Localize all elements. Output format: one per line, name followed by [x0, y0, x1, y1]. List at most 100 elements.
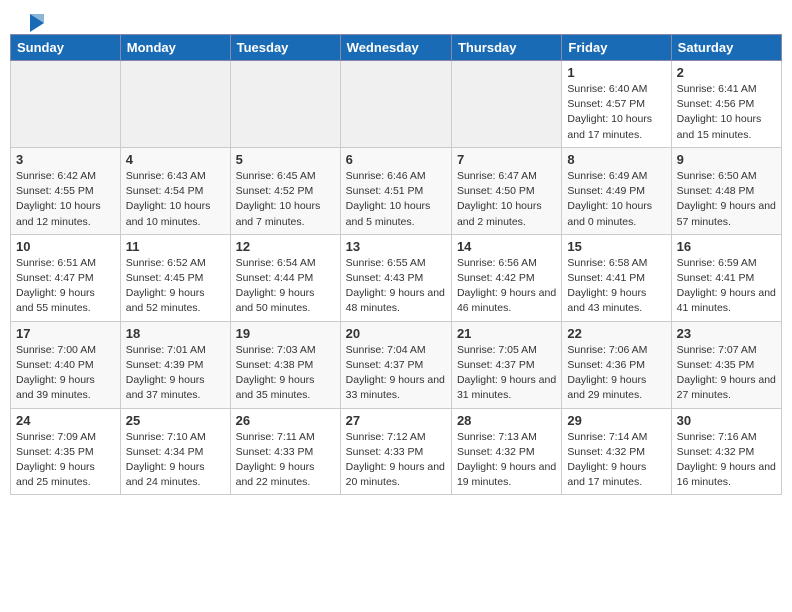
day-info: Sunset: 4:56 PM: [677, 97, 776, 112]
day-info: Sunrise: 6:40 AM: [567, 82, 665, 97]
logo-flag-icon: [16, 14, 44, 32]
day-number: 14: [457, 239, 556, 254]
day-info: Sunset: 4:36 PM: [567, 358, 665, 373]
calendar-cell: 8Sunrise: 6:49 AMSunset: 4:49 PMDaylight…: [562, 147, 671, 234]
day-number: 5: [236, 152, 335, 167]
day-info: Daylight: 10 hours and 7 minutes.: [236, 199, 335, 229]
day-info: Sunrise: 6:46 AM: [346, 169, 446, 184]
day-number: 3: [16, 152, 115, 167]
calendar-cell: 19Sunrise: 7:03 AMSunset: 4:38 PMDayligh…: [230, 321, 340, 408]
day-info: Daylight: 9 hours and 46 minutes.: [457, 286, 556, 316]
day-info: Sunrise: 7:07 AM: [677, 343, 776, 358]
day-info: Sunset: 4:47 PM: [16, 271, 115, 286]
day-info: Sunrise: 6:42 AM: [16, 169, 115, 184]
day-info: Daylight: 9 hours and 24 minutes.: [126, 460, 225, 490]
day-number: 21: [457, 326, 556, 341]
weekday-header-monday: Monday: [120, 35, 230, 61]
day-info: Sunrise: 6:45 AM: [236, 169, 335, 184]
weekday-header-thursday: Thursday: [451, 35, 561, 61]
day-info: Daylight: 9 hours and 29 minutes.: [567, 373, 665, 403]
day-number: 6: [346, 152, 446, 167]
day-info: Sunset: 4:33 PM: [346, 445, 446, 460]
day-info: Daylight: 9 hours and 52 minutes.: [126, 286, 225, 316]
day-info: Sunset: 4:32 PM: [677, 445, 776, 460]
day-info: Daylight: 9 hours and 27 minutes.: [677, 373, 776, 403]
calendar-cell: 15Sunrise: 6:58 AMSunset: 4:41 PMDayligh…: [562, 234, 671, 321]
calendar-cell: [340, 61, 451, 148]
day-info: Daylight: 9 hours and 50 minutes.: [236, 286, 335, 316]
day-info: Daylight: 9 hours and 41 minutes.: [677, 286, 776, 316]
logo: [14, 16, 44, 28]
day-info: Sunset: 4:45 PM: [126, 271, 225, 286]
day-info: Sunset: 4:35 PM: [16, 445, 115, 460]
calendar-cell: [11, 61, 121, 148]
day-info: Sunset: 4:32 PM: [457, 445, 556, 460]
day-number: 25: [126, 413, 225, 428]
day-info: Sunrise: 7:16 AM: [677, 430, 776, 445]
day-number: 16: [677, 239, 776, 254]
weekday-header-saturday: Saturday: [671, 35, 781, 61]
calendar-cell: 25 Sunrise: 7:10 AMSunset: 4:34 PMDayligh…: [120, 408, 230, 495]
calendar-cell: 28Sunrise: 7:13 AMSunset: 4:32 PMDayligh…: [451, 408, 561, 495]
day-info: Daylight: 10 hours and 12 minutes.: [16, 199, 115, 229]
day-info: Daylight: 10 hours and 2 minutes.: [457, 199, 556, 229]
weekday-header-wednesday: Wednesday: [340, 35, 451, 61]
calendar-cell: 16Sunrise: 6:59 AMSunset: 4:41 PMDayligh…: [671, 234, 781, 321]
day-info: Sunrise: 6:50 AM: [677, 169, 776, 184]
day-info: Sunset: 4:37 PM: [457, 358, 556, 373]
day-info: Sunrise: 7:10 AM: [126, 430, 225, 445]
day-info: Sunrise: 7:05 AM: [457, 343, 556, 358]
day-number: 29: [567, 413, 665, 428]
day-info: Sunset: 4:57 PM: [567, 97, 665, 112]
day-info: Sunrise: 7:11 AM: [236, 430, 335, 445]
day-number: 2: [677, 65, 776, 80]
day-info: Sunset: 4:34 PM: [126, 445, 225, 460]
calendar-cell: 2Sunrise: 6:41 AMSunset: 4:56 PMDaylight…: [671, 61, 781, 148]
day-info: Daylight: 9 hours and 57 minutes.: [677, 199, 776, 229]
calendar-cell: 11Sunrise: 6:52 AMSunset: 4:45 PMDayligh…: [120, 234, 230, 321]
day-number: 22: [567, 326, 665, 341]
day-info: Daylight: 9 hours and 22 minutes.: [236, 460, 335, 490]
calendar-cell: 21Sunrise: 7:05 AMSunset: 4:37 PMDayligh…: [451, 321, 561, 408]
day-number: 15: [567, 239, 665, 254]
day-number: 1: [567, 65, 665, 80]
day-number: 26: [236, 413, 335, 428]
calendar-cell: [451, 61, 561, 148]
weekday-header-friday: Friday: [562, 35, 671, 61]
day-info: Daylight: 9 hours and 33 minutes.: [346, 373, 446, 403]
calendar-cell: 4Sunrise: 6:43 AMSunset: 4:54 PMDaylight…: [120, 147, 230, 234]
day-info: Sunset: 4:48 PM: [677, 184, 776, 199]
day-info: Daylight: 10 hours and 0 minutes.: [567, 199, 665, 229]
calendar-cell: 6Sunrise: 6:46 AMSunset: 4:51 PMDaylight…: [340, 147, 451, 234]
day-info: Daylight: 9 hours and 43 minutes.: [567, 286, 665, 316]
calendar-table: SundayMondayTuesdayWednesdayThursdayFrid…: [10, 34, 782, 495]
day-info: Sunset: 4:37 PM: [346, 358, 446, 373]
calendar-cell: 30Sunrise: 7:16 AMSunset: 4:32 PMDayligh…: [671, 408, 781, 495]
day-info: Daylight: 9 hours and 17 minutes.: [567, 460, 665, 490]
weekday-header-sunday: Sunday: [11, 35, 121, 61]
day-info: Daylight: 9 hours and 48 minutes.: [346, 286, 446, 316]
day-info: Sunset: 4:33 PM: [236, 445, 335, 460]
day-number: 24: [16, 413, 115, 428]
day-number: 17: [16, 326, 115, 341]
day-info: Sunset: 4:55 PM: [16, 184, 115, 199]
day-info: Sunset: 4:54 PM: [126, 184, 225, 199]
day-info: Daylight: 10 hours and 15 minutes.: [677, 112, 776, 142]
calendar-cell: 17Sunrise: 7:00 AMSunset: 4:40 PMDayligh…: [11, 321, 121, 408]
day-info: Daylight: 9 hours and 20 minutes.: [346, 460, 446, 490]
day-info: Daylight: 9 hours and 16 minutes.: [677, 460, 776, 490]
day-info: Sunset: 4:40 PM: [16, 358, 115, 373]
calendar-cell: 9 Sunrise: 6:50 AMSunset: 4:48 PMDaylight…: [671, 147, 781, 234]
day-info: Sunrise: 6:56 AM: [457, 256, 556, 271]
day-number: 28: [457, 413, 556, 428]
day-info: Sunrise: 7:14 AM: [567, 430, 665, 445]
day-info: Daylight: 10 hours and 10 minutes.: [126, 199, 225, 229]
day-info: Sunset: 4:35 PM: [677, 358, 776, 373]
day-info: Sunrise: 7:13 AM: [457, 430, 556, 445]
day-number: 9: [677, 152, 776, 167]
day-info: Sunset: 4:38 PM: [236, 358, 335, 373]
day-number: 19: [236, 326, 335, 341]
day-info: Sunrise: 7:09 AM: [16, 430, 115, 445]
day-number: 10: [16, 239, 115, 254]
day-info: Sunrise: 6:59 AM: [677, 256, 776, 271]
